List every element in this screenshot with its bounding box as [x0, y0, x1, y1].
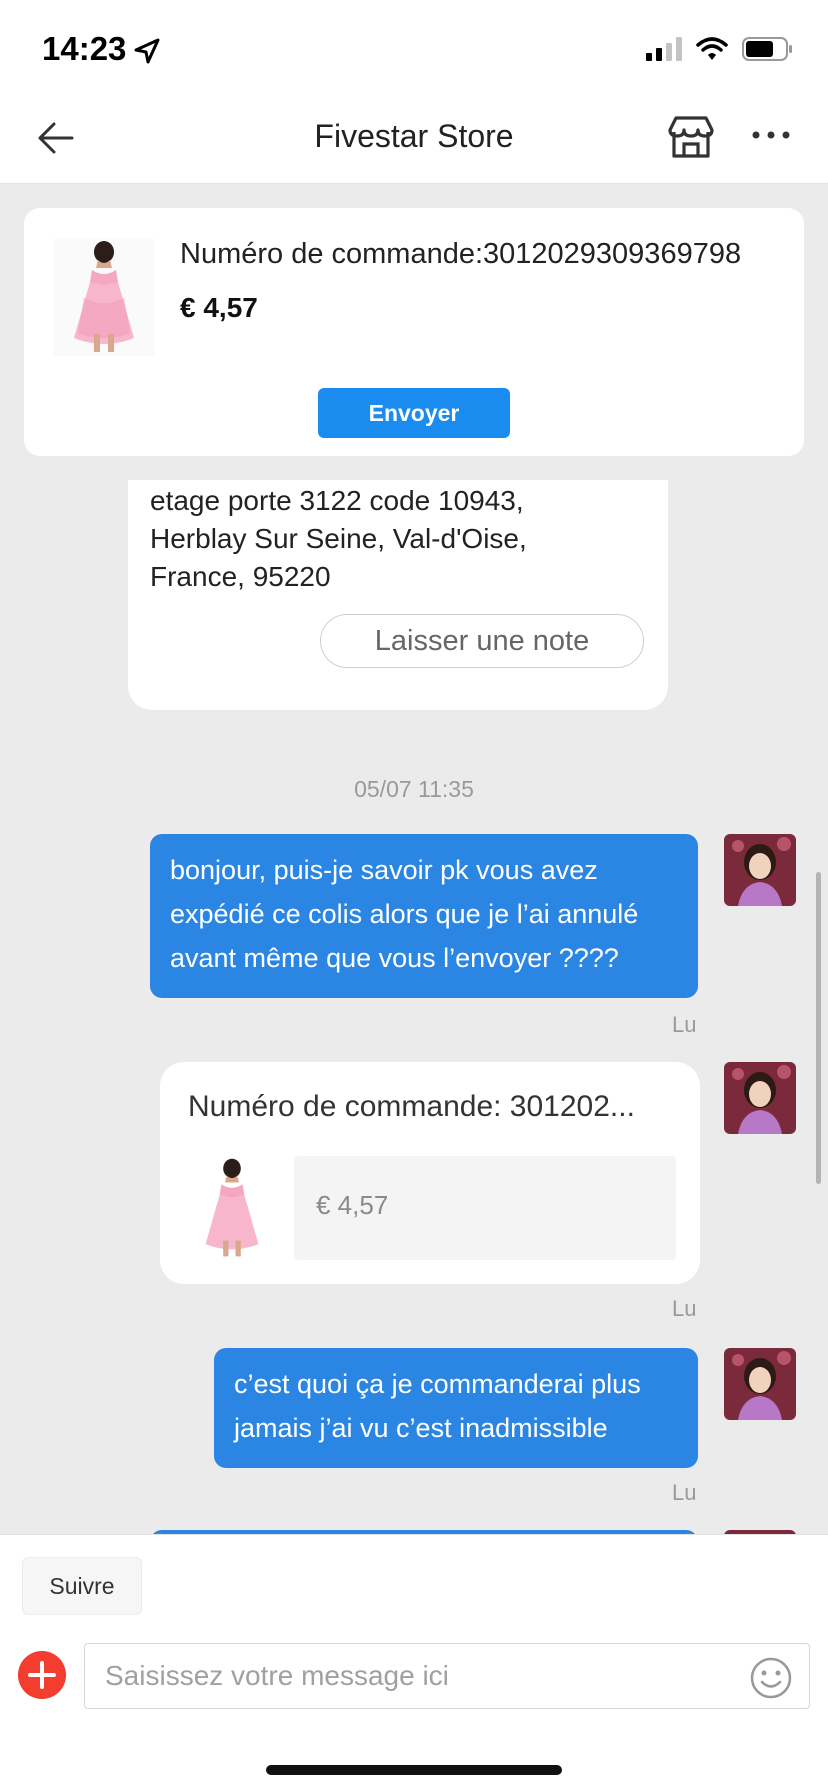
nav-bar: Fivestar Store [0, 92, 828, 184]
avatar[interactable] [724, 1348, 796, 1420]
order-message-pricebox: € 4,57 [294, 1156, 676, 1260]
message-bubble: c’est quoi ça je commanderai plus jamais… [214, 1348, 698, 1468]
message-bubble: bonjour, puis-je savoir pk vous avez exp… [150, 834, 698, 998]
more-icon[interactable] [750, 120, 792, 150]
follow-button[interactable]: Suivre [22, 1557, 142, 1615]
store-icon[interactable] [666, 112, 716, 162]
read-status: Lu [672, 1480, 697, 1505]
message-timestamp: 05/07 11:35 [354, 776, 474, 802]
battery-icon [742, 37, 792, 61]
order-message-title: Numéro de commande: 301202... [188, 1090, 635, 1123]
status-icons [646, 36, 794, 62]
emoji-icon[interactable] [749, 1656, 793, 1700]
order-number: Numéro de commande:3012029309369798 [180, 238, 742, 270]
status-time: 14:23 [42, 30, 127, 67]
status-bar: 14:23 [0, 0, 828, 92]
avatar[interactable] [724, 834, 796, 906]
message-input[interactable]: Saisissez votre message ici [84, 1643, 810, 1709]
home-indicator [266, 1765, 562, 1775]
order-strip: Numéro de commande:3012029309369798 € 4,… [0, 184, 828, 480]
send-order-button[interactable]: Envoyer [318, 388, 510, 438]
signal-icon [646, 37, 682, 61]
address-card: etage porte 3122 code 10943, Herblay Sur… [128, 480, 668, 710]
bottom-bar: Suivre Saisissez votre message ici [0, 1534, 828, 1792]
message-input-placeholder: Saisissez votre message ici [105, 1660, 449, 1691]
order-message-card[interactable]: Numéro de commande: 301202... € 4,57 [160, 1062, 700, 1284]
address-text: etage porte 3122 code 10943, Herblay Sur… [150, 485, 527, 592]
location-arrow-icon [134, 38, 160, 64]
wifi-icon [696, 37, 728, 60]
leave-note-button[interactable]: Laisser une note [320, 614, 644, 668]
order-price: € 4,57 [180, 292, 258, 323]
order-card[interactable]: Numéro de commande:3012029309369798 € 4,… [24, 208, 804, 456]
scrollbar[interactable] [816, 872, 821, 1184]
plus-icon[interactable] [18, 1651, 66, 1699]
order-message-price: € 4,57 [316, 1190, 389, 1220]
product-thumbnail [54, 238, 154, 356]
chat-area: etage porte 3122 code 10943, Herblay Sur… [0, 480, 828, 1534]
read-status: Lu [672, 1296, 697, 1321]
avatar[interactable] [724, 1062, 796, 1134]
read-status: Lu [672, 1012, 697, 1037]
product-thumbnail [188, 1156, 276, 1260]
